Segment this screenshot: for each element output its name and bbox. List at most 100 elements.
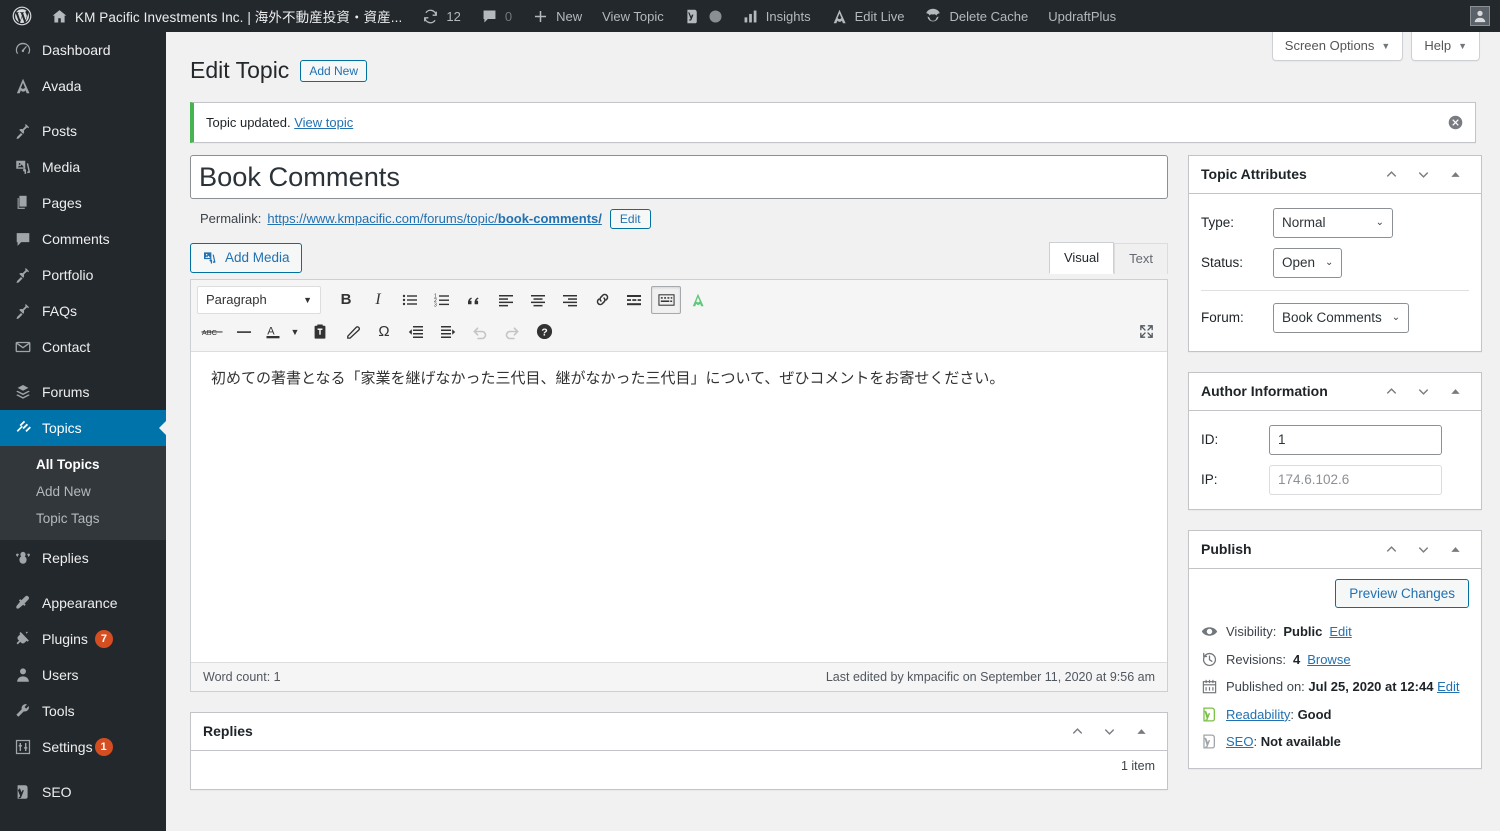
toggle-toolbar-icon[interactable] [651,285,681,314]
add-new-button[interactable]: Add New [300,59,368,82]
clear-formatting-icon[interactable] [337,318,367,346]
dashboard-icon [13,40,33,60]
editor-content-area[interactable]: 初めての著書となる「家業を継げなかった三代目、継がなかった三代目」について、ぜひ… [191,352,1167,662]
author-id-input[interactable] [1269,424,1442,455]
wordpress-logo-menu[interactable] [0,0,41,32]
avatar[interactable] [1470,6,1490,26]
submenu-item-add-new[interactable]: Add New [0,478,166,505]
visibility-edit-link[interactable]: Edit [1329,622,1351,642]
align-right-icon[interactable] [555,286,585,314]
topic-status-select[interactable]: Open ⌄ [1273,247,1343,278]
delete-cache-menu[interactable]: Delete Cache [914,0,1038,32]
preview-changes-button[interactable]: Preview Changes [1335,578,1469,609]
strikethrough-icon[interactable]: ABC [197,318,227,346]
move-down-icon[interactable] [1095,717,1123,745]
status-circle-menu[interactable] [705,0,732,32]
redo-icon[interactable] [497,318,527,346]
insert-link-icon[interactable] [587,286,617,314]
revisions-browse-link[interactable]: Browse [1307,650,1350,670]
seo-link[interactable]: SEO [1226,734,1253,749]
text-color-dropdown-icon[interactable]: ▼ [287,318,303,346]
sidebar-item-label: Topics [42,420,82,436]
sidebar-item-replies[interactable]: Replies [0,540,166,576]
topic-type-select[interactable]: Normal ⌄ [1273,207,1393,238]
screen-options-button[interactable]: Screen Options ▼ [1271,32,1404,61]
dismiss-circle-icon[interactable] [1445,112,1465,132]
view-topic-link[interactable]: View Topic [592,0,674,32]
sidebar-item-topics[interactable]: Topics [0,410,166,446]
sidebar-item-label: Media [42,159,81,175]
view-topic-link[interactable]: View topic [294,115,353,130]
sidebar-item-users[interactable]: Users [0,657,166,693]
bulleted-list-icon[interactable] [395,286,425,314]
permalink-link[interactable]: https://www.kmpacific.com/forums/topic/b… [267,211,601,226]
increase-indent-icon[interactable] [433,318,463,346]
new-content-menu[interactable]: New [522,0,592,32]
sidebar-item-tools[interactable]: Tools [0,693,166,729]
submenu-item-topic-tags[interactable]: Topic Tags [0,505,166,532]
tab-text[interactable]: Text [1114,242,1168,274]
sidebar-item-appearance[interactable]: Appearance [0,585,166,621]
special-character-icon[interactable]: Ω [369,318,399,346]
toggle-panel-icon[interactable] [1127,717,1155,745]
read-more-icon[interactable] [619,286,649,314]
move-up-icon[interactable] [1377,377,1405,405]
sidebar-item-media[interactable]: Media [0,149,166,185]
toggle-panel-icon[interactable] [1441,535,1469,563]
sidebar-item-portfolio[interactable]: Portfolio [0,257,166,293]
tab-visual[interactable]: Visual [1048,241,1115,274]
paragraph-format-select[interactable]: Paragraph ▼ [197,285,321,314]
keyboard-shortcuts-icon[interactable]: ? [529,318,559,346]
move-up-icon[interactable] [1063,717,1091,745]
align-center-icon[interactable] [523,286,553,314]
move-down-icon[interactable] [1409,377,1437,405]
published-on-edit-link[interactable]: Edit [1437,679,1459,694]
sidebar-item-contact[interactable]: Contact [0,329,166,365]
sidebar-item-avada[interactable]: Avada [0,68,166,104]
move-up-icon[interactable] [1377,535,1405,563]
sidebar-item-pages[interactable]: Pages [0,185,166,221]
post-title-input[interactable] [190,154,1168,199]
align-left-icon[interactable] [491,286,521,314]
numbered-list-icon[interactable]: 123 [427,286,457,314]
edit-live-menu[interactable]: Edit Live [821,0,915,32]
primary-column: Permalink: https://www.kmpacific.com/for… [190,154,1168,810]
blockquote-icon[interactable] [459,286,489,314]
move-up-icon[interactable] [1377,160,1405,188]
yoast-seo-menu[interactable] [674,0,705,32]
insights-menu[interactable]: Insights [732,0,821,32]
move-down-icon[interactable] [1409,535,1437,563]
horizontal-line-icon[interactable] [229,318,259,346]
add-media-button[interactable]: Add Media [190,242,302,273]
readability-link[interactable]: Readability [1226,707,1290,722]
pin-icon [13,301,33,321]
bold-icon[interactable]: B [331,286,361,314]
sidebar-item-settings[interactable]: Settings 1 [0,729,166,765]
avada-shortcodes-icon[interactable] [683,286,713,314]
sidebar-item-faqs[interactable]: FAQs [0,293,166,329]
comments-menu[interactable]: 0 [471,0,522,32]
toggle-panel-icon[interactable] [1441,377,1469,405]
sidebar-item-dashboard[interactable]: Dashboard [0,32,166,68]
sidebar-item-comments[interactable]: Comments [0,221,166,257]
sidebar-item-seo[interactable]: SEO [0,774,166,810]
decrease-indent-icon[interactable] [401,318,431,346]
sidebar-item-plugins[interactable]: Plugins 7 [0,621,166,657]
site-name-menu[interactable]: KM Pacific Investments Inc. | 海外不動産投資・資産… [41,0,412,32]
sidebar-item-posts[interactable]: Posts [0,113,166,149]
paste-as-text-icon[interactable] [305,318,335,346]
fullscreen-icon[interactable] [1131,318,1161,346]
undo-icon[interactable] [465,318,495,346]
topic-forum-select[interactable]: Book Comments ⌄ [1273,302,1410,333]
help-button[interactable]: Help ▼ [1411,32,1480,61]
permalink-edit-button[interactable]: Edit [609,208,651,229]
sidebar-item-forums[interactable]: Forums [0,374,166,410]
updates-menu[interactable]: 12 [412,0,470,32]
author-ip-input[interactable] [1269,464,1442,495]
text-color-icon[interactable]: A [261,318,285,346]
move-down-icon[interactable] [1409,160,1437,188]
italic-icon[interactable]: I [363,286,393,314]
updraftplus-menu[interactable]: UpdraftPlus [1038,0,1126,32]
submenu-item-all-topics[interactable]: All Topics [0,451,166,478]
toggle-panel-icon[interactable] [1441,160,1469,188]
